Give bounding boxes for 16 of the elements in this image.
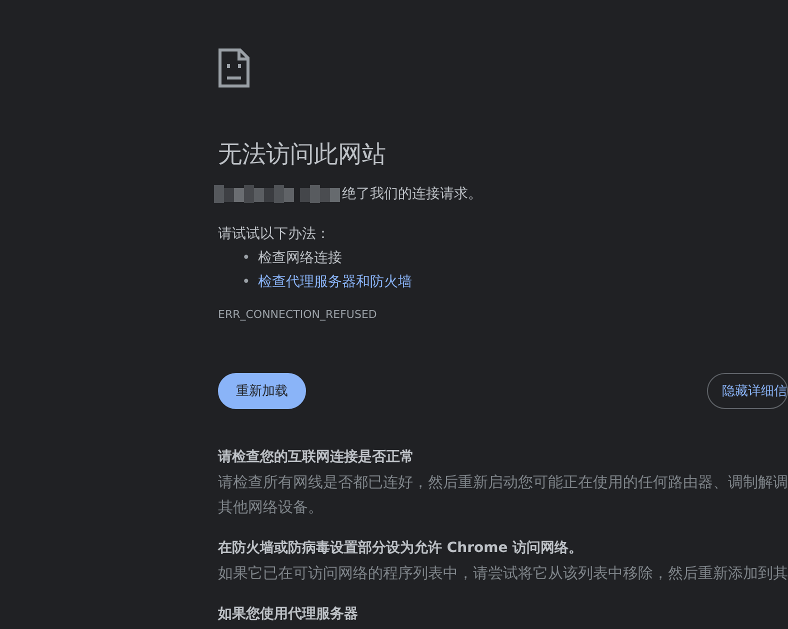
suggestions-intro: 请试试以下办法： bbox=[218, 225, 331, 244]
detail-heading: 在防火墙或防病毒设置部分设为允许 Chrome 访问网络。 bbox=[218, 538, 584, 558]
detail-text: 如果它已在可访问网络的程序列表中，请尝试将它从该列表中移除，然后重新添加到其 bbox=[218, 563, 788, 584]
error-message: 绝了我们的连接请求。 bbox=[342, 185, 482, 203]
reload-button[interactable]: 重新加载 bbox=[218, 373, 306, 409]
page-title: 无法访问此网站 bbox=[218, 139, 387, 170]
detail-text: 请检查所有网线是否都已连好，然后重新启动您可能正在使用的任何路由器、调制解调 其他网络设备。 bbox=[218, 472, 788, 518]
detail-heading: 请检查您的互联网连接是否正常 bbox=[218, 448, 415, 467]
detail-heading: 如果您使用代理服务器 bbox=[218, 605, 359, 624]
error-code: ERR_CONNECTION_REFUSED bbox=[218, 308, 378, 321]
details-button[interactable]: 隐藏详细信 bbox=[707, 373, 788, 409]
bullet: • bbox=[242, 273, 248, 292]
sad-page-icon bbox=[218, 48, 250, 88]
suggestion-text: 检查网络连接 bbox=[258, 249, 342, 268]
suggestion-link[interactable]: 检查代理服务器和防火墙 bbox=[258, 270, 412, 294]
bullet: • bbox=[242, 249, 248, 268]
